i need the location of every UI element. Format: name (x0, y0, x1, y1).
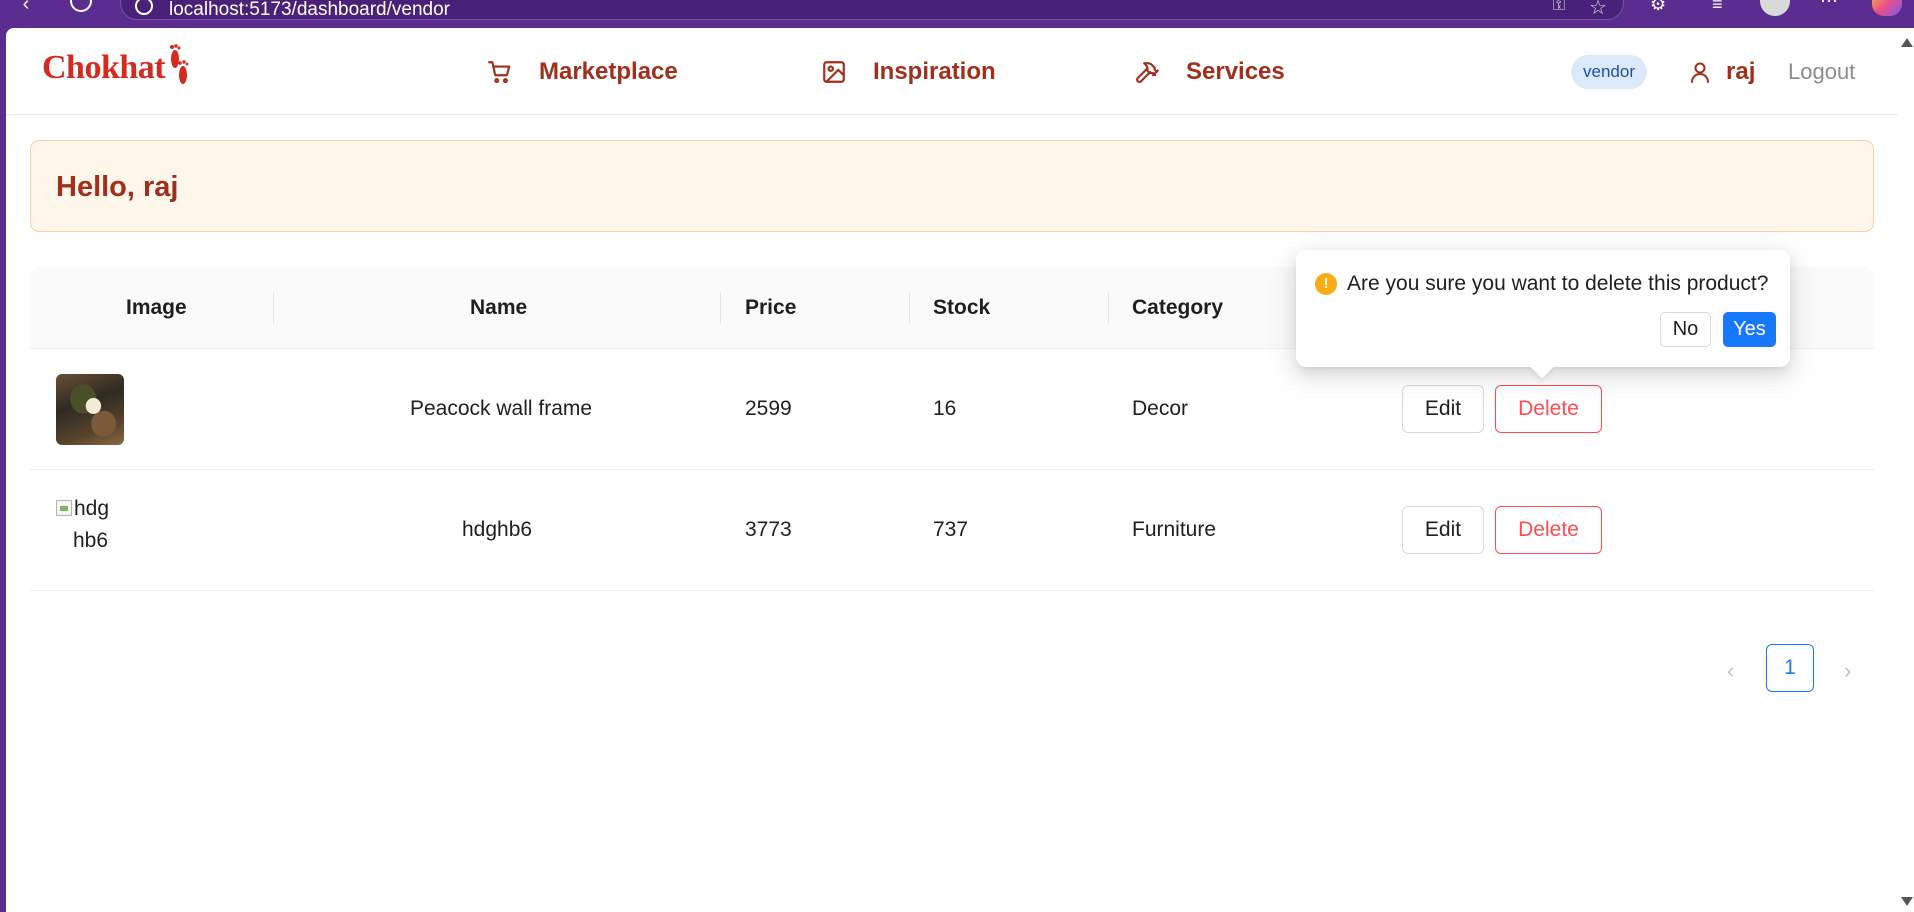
nav-inspiration[interactable]: Inspiration (821, 54, 996, 90)
url-text[interactable]: localhost:5173/dashboard/vendor (169, 0, 450, 21)
column-header-stock: Stock (933, 296, 991, 319)
logo[interactable]: Chokhat (42, 43, 191, 93)
role-badge: vendor (1571, 55, 1647, 89)
profile-avatar-icon[interactable] (1760, 0, 1790, 16)
more-icon[interactable]: ··· (1820, 0, 1838, 11)
delete-button[interactable]: Delete (1495, 385, 1602, 433)
product-category: Furniture (1132, 518, 1217, 541)
edit-button[interactable]: Edit (1402, 506, 1484, 554)
confirm-no-button[interactable]: No (1660, 312, 1711, 347)
table-row: hdg hb6 hdghb6 3773 737 Furniture Edit D… (30, 470, 1874, 591)
scroll-down-arrow-icon[interactable] (1901, 897, 1913, 906)
column-header-price: Price (745, 296, 797, 319)
image-alt-text-line2: hb6 (73, 529, 109, 552)
user-menu[interactable]: raj (1688, 56, 1755, 88)
footprint-icon (170, 44, 189, 84)
logo-text: Chokhat (42, 49, 166, 86)
browser-toolbar: ‹ localhost:5173/dashboard/vendor ⚿ ☆ ⚙ … (0, 0, 1914, 28)
product-name: Peacock wall frame (410, 397, 593, 420)
edit-button[interactable]: Edit (1402, 385, 1484, 433)
column-divider (720, 292, 721, 324)
reload-icon[interactable] (70, 0, 92, 12)
nav-marketplace-label: Marketplace (539, 58, 678, 85)
copilot-icon[interactable] (1872, 0, 1902, 16)
column-divider (1108, 292, 1109, 324)
star-icon[interactable]: ☆ (1589, 0, 1607, 20)
image-icon (823, 61, 845, 83)
nav-inspiration-label: Inspiration (873, 58, 996, 85)
reading-list-icon[interactable]: ≡ (1712, 0, 1723, 15)
nav-marketplace[interactable]: Marketplace (487, 54, 678, 90)
address-bar[interactable]: localhost:5173/dashboard/vendor ⚿ ☆ (120, 0, 1624, 20)
product-image-broken: hdg hb6 (56, 493, 146, 557)
extensions-icon[interactable]: ⚙ (1650, 0, 1666, 15)
nav-services[interactable]: Services (1134, 54, 1285, 90)
column-header-name: Name (470, 296, 528, 319)
chevron-right-icon[interactable]: › (1844, 658, 1851, 684)
site-info-icon[interactable] (135, 0, 153, 15)
scroll-up-arrow-icon[interactable] (1901, 38, 1913, 47)
broken-image-icon (56, 500, 72, 516)
delete-confirm-popover: ! Are you sure you want to delete this p… (1296, 250, 1790, 379)
nav-services-label: Services (1186, 58, 1285, 85)
column-header-image: Image (126, 296, 187, 319)
pagination-page-1[interactable]: 1 (1766, 644, 1814, 692)
image-alt-text-line1: hdg (74, 497, 110, 520)
delete-button[interactable]: Delete (1495, 506, 1602, 554)
vertical-scrollbar[interactable] (1898, 28, 1914, 912)
greeting-text: Hello, raj (56, 171, 179, 203)
cart-icon (488, 61, 511, 84)
hammer-icon (1136, 62, 1159, 83)
logout-link[interactable]: Logout (1788, 59, 1855, 85)
table-row: Peacock wall frame 2599 16 Decor Edit De… (30, 349, 1874, 470)
column-divider (909, 292, 910, 324)
product-stock: 16 (933, 397, 957, 420)
user-name: raj (1726, 58, 1756, 85)
product-price: 3773 (745, 518, 792, 541)
confirm-yes-button[interactable]: Yes (1723, 312, 1776, 347)
product-name: hdghb6 (462, 518, 533, 541)
exclamation-circle-icon: ! (1315, 273, 1337, 295)
column-header-category: Category (1132, 296, 1224, 319)
column-divider (273, 292, 274, 324)
product-image (56, 374, 124, 445)
back-icon[interactable]: ‹ (14, 0, 38, 16)
product-stock: 737 (933, 518, 969, 541)
product-category: Decor (1132, 397, 1189, 420)
user-icon (1691, 62, 1709, 83)
page-viewport: Chokhat Marketplace Inspiration Services… (6, 28, 1914, 912)
app-header: Chokhat Marketplace Inspiration Services… (6, 28, 1898, 115)
product-price: 2599 (745, 397, 792, 420)
greeting-banner: Hello, raj (30, 140, 1874, 232)
key-icon[interactable]: ⚿ (1553, 0, 1565, 15)
confirm-message: Are you sure you want to delete this pro… (1347, 272, 1769, 295)
chevron-left-icon[interactable]: ‹ (1727, 658, 1734, 684)
